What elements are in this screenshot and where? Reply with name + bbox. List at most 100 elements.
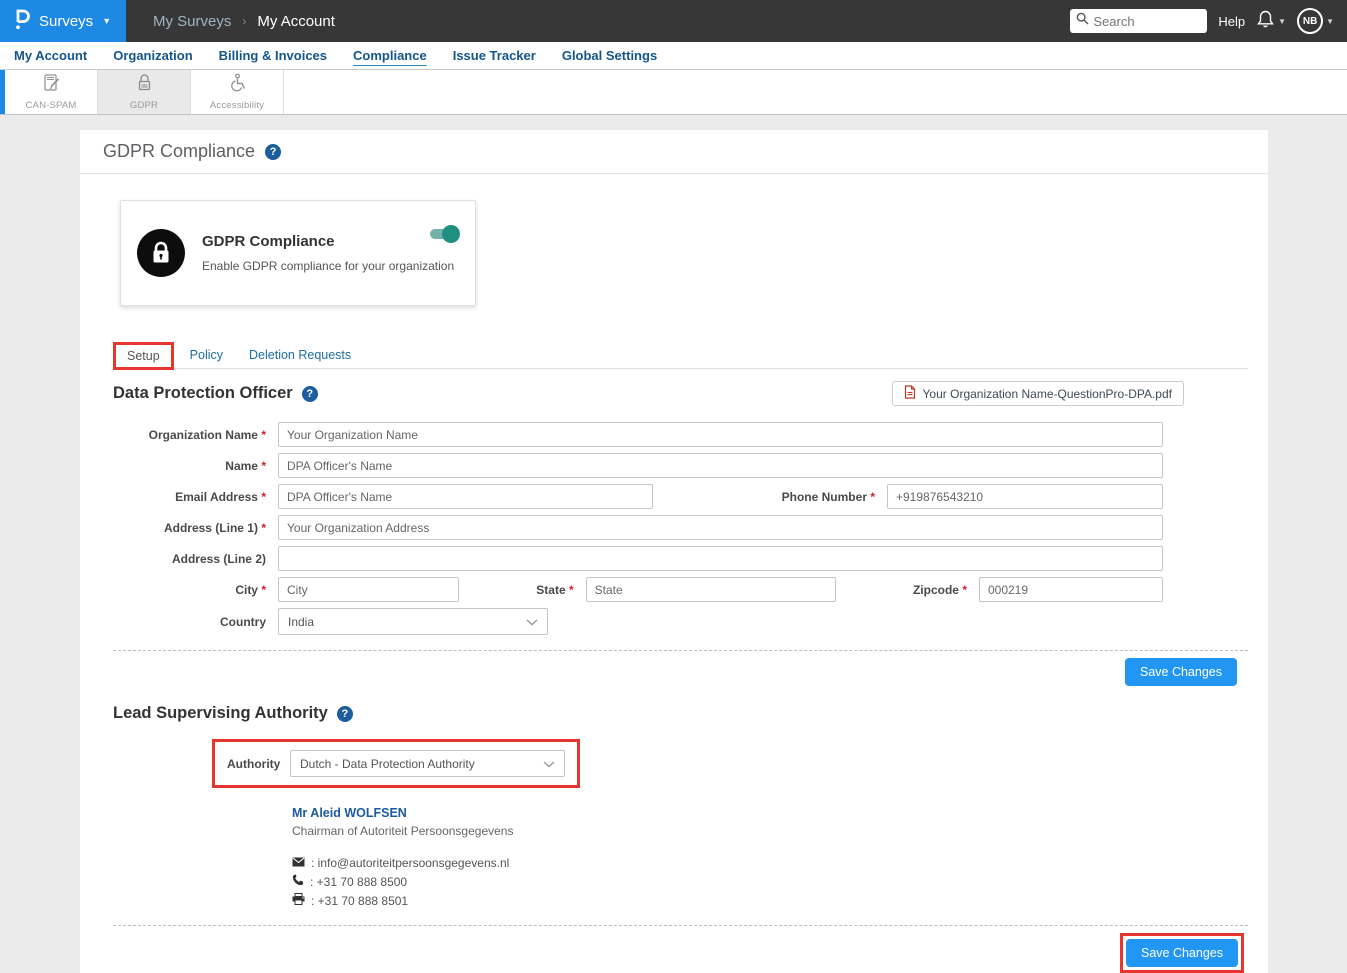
country-select-value: India — [288, 615, 314, 629]
subnav-tab-accessibility[interactable]: Accessibility — [191, 70, 284, 114]
nav-compliance[interactable]: Compliance — [340, 48, 440, 63]
phone-number-field[interactable] — [887, 484, 1163, 509]
contact-fax-text: : +31 70 888 8501 — [311, 894, 408, 908]
dpa-pdf-label: Your Organization Name-QuestionPro-DPA.p… — [923, 387, 1172, 401]
nav-my-account[interactable]: My Account — [1, 48, 100, 63]
gdpr-compliance-card: GDPR Compliance ? GDPR Compliance Enable… — [80, 130, 1268, 973]
page-title-row: GDPR Compliance ? — [80, 130, 1268, 174]
dpo-form: Organization Name * Name * Email Address… — [113, 422, 1163, 635]
organization-name-label: Organization Name * — [113, 428, 278, 442]
dpa-pdf-download-button[interactable]: Your Organization Name-QuestionPro-DPA.p… — [892, 381, 1184, 406]
state-label: State * — [536, 583, 585, 597]
contact-phone-text: : +31 70 888 8500 — [310, 875, 407, 889]
lsa-save-row: Save Changes — [80, 933, 1244, 973]
required-marker: * — [261, 459, 266, 473]
tab-deletion-requests[interactable]: Deletion Requests — [239, 342, 361, 368]
nav-issue-tracker[interactable]: Issue Tracker — [440, 48, 549, 63]
authority-select-value: Dutch - Data Protection Authority — [300, 757, 475, 771]
organization-name-field[interactable] — [278, 422, 1163, 447]
authority-contact-block: Mr Aleid WOLFSEN Chairman of Autoriteit … — [292, 806, 1268, 908]
gdpr-toggle-subtitle: Enable GDPR compliance for your organiza… — [202, 259, 454, 273]
required-marker: * — [261, 583, 266, 597]
address-line2-label: Address (Line 2) — [113, 552, 278, 566]
form-row: Address (Line 1) * — [113, 515, 1163, 540]
subnav-tab-label: GDPR — [130, 100, 158, 111]
form-row: Address (Line 2) — [113, 546, 1163, 571]
authority-annotation-box: Authority Dutch - Data Protection Author… — [212, 739, 580, 788]
tab-policy[interactable]: Policy — [180, 342, 233, 368]
required-marker: * — [261, 428, 266, 442]
nav-organization[interactable]: Organization — [100, 48, 205, 63]
form-row: Name * — [113, 453, 1163, 478]
nav-global-settings[interactable]: Global Settings — [549, 48, 670, 63]
gdpr-tabs: Setup Policy Deletion Requests — [113, 342, 1248, 369]
zipcode-field[interactable] — [979, 577, 1163, 602]
help-icon[interactable]: ? — [337, 706, 353, 722]
tab-setup[interactable]: Setup — [113, 342, 174, 370]
help-link[interactable]: Help — [1218, 14, 1245, 29]
country-select[interactable]: India — [278, 608, 548, 635]
dpa-officer-name-field[interactable] — [278, 453, 1163, 478]
email-address-label: Email Address * — [113, 490, 278, 504]
subnav-tab-label: Accessibility — [210, 100, 264, 111]
required-marker: * — [569, 583, 574, 597]
address-line1-label: Address (Line 1) * — [113, 521, 278, 535]
phone-icon — [292, 874, 304, 889]
help-icon[interactable]: ? — [265, 144, 281, 160]
chevron-down-icon — [526, 615, 538, 629]
form-row: Email Address * Phone Number * — [113, 484, 1163, 509]
subnav-tab-gdpr[interactable]: GDPR — [98, 70, 191, 114]
form-row: Organization Name * — [113, 422, 1163, 447]
account-menu-button[interactable]: NB ▼ — [1297, 8, 1334, 34]
lsa-section-title: Lead Supervising Authority — [113, 704, 328, 723]
breadcrumb: My Surveys › My Account — [153, 13, 335, 30]
surveys-menu-button[interactable]: Surveys ▼ — [0, 0, 126, 42]
toggle-knob — [442, 225, 460, 243]
account-nav: My Account Organization Billing & Invoic… — [0, 42, 1347, 70]
save-annotation-box: Save Changes — [1120, 933, 1244, 973]
gdpr-toggle-title: GDPR Compliance — [202, 233, 454, 250]
required-marker: * — [870, 490, 875, 504]
lsa-section-header: Lead Supervising Authority ? — [113, 704, 1248, 723]
state-field[interactable] — [586, 577, 836, 602]
form-row: City * State * Zipcode * — [113, 577, 1163, 602]
help-icon[interactable]: ? — [302, 386, 318, 402]
notifications-button[interactable]: ▼ — [1256, 9, 1286, 34]
accessibility-icon — [227, 73, 247, 97]
bell-icon — [1256, 9, 1275, 34]
dpo-save-changes-button[interactable]: Save Changes — [1125, 658, 1237, 686]
authority-select[interactable]: Dutch - Data Protection Authority — [290, 750, 565, 777]
search-icon — [1076, 12, 1089, 30]
envelope-icon — [292, 856, 305, 870]
chevron-down-icon — [543, 757, 555, 771]
search-box — [1070, 9, 1207, 33]
required-marker: * — [261, 490, 266, 504]
avatar: NB — [1297, 8, 1323, 34]
email-address-field[interactable] — [278, 484, 653, 509]
subnav-tab-can-spam[interactable]: CAN-SPAM — [5, 70, 98, 114]
country-label: Country — [113, 615, 278, 629]
contact-phone-line: : +31 70 888 8500 — [292, 874, 1268, 889]
dpo-save-row: Save Changes — [80, 658, 1237, 686]
lsa-save-changes-button[interactable]: Save Changes — [1126, 939, 1238, 967]
zipcode-label: Zipcode * — [913, 583, 979, 597]
breadcrumb-my-account: My Account — [257, 13, 335, 30]
dpo-section-header: Data Protection Officer ? Your Organizat… — [113, 381, 1248, 406]
form-row: Country India — [113, 608, 1163, 635]
contact-fax-line: : +31 70 888 8501 — [292, 893, 1268, 908]
search-input[interactable] — [1093, 14, 1201, 29]
gdpr-toggle-card: GDPR Compliance Enable GDPR compliance f… — [120, 200, 476, 306]
chevron-down-icon: ▼ — [1326, 17, 1334, 26]
pdf-file-icon — [904, 385, 916, 402]
authority-contact-name: Mr Aleid WOLFSEN — [292, 806, 1268, 820]
gdpr-toggle-switch[interactable] — [430, 229, 458, 239]
address-line1-field[interactable] — [278, 515, 1163, 540]
breadcrumb-separator-icon: › — [242, 14, 246, 28]
chevron-down-icon: ▼ — [1278, 17, 1286, 26]
address-line2-field[interactable] — [278, 546, 1163, 571]
city-field[interactable] — [278, 577, 459, 602]
breadcrumb-my-surveys[interactable]: My Surveys — [153, 13, 231, 30]
chevron-down-icon: ▼ — [102, 17, 111, 26]
nav-billing-invoices[interactable]: Billing & Invoices — [206, 48, 340, 63]
lock-icon — [137, 229, 185, 277]
